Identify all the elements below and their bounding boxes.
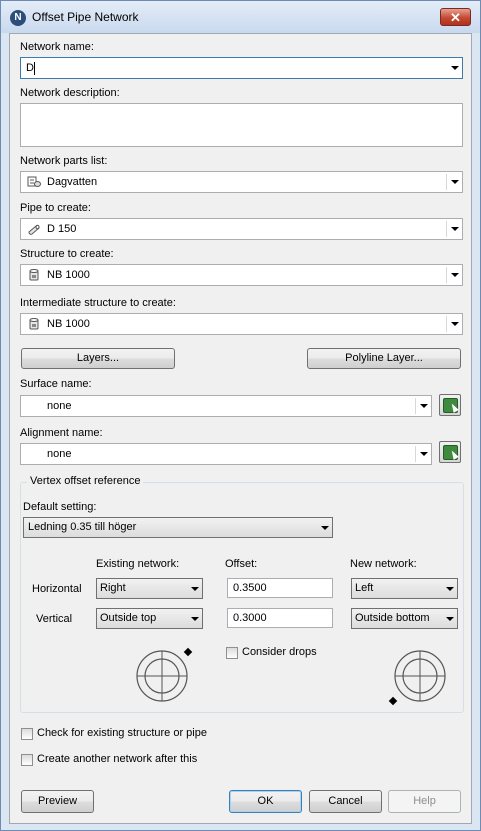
check-existing-checkbox[interactable] (21, 728, 33, 740)
vertical-offset-value: 0.3000 (233, 612, 267, 624)
preview-button[interactable]: Preview (21, 790, 94, 813)
vertical-existing-value: Outside top (100, 612, 157, 624)
structure-icon (29, 318, 39, 330)
pipe-icon (28, 224, 40, 235)
dialog-client: Network name: D Network description: Net… (9, 33, 472, 824)
horizontal-label: Horizontal (32, 583, 82, 595)
check-existing-label: Check for existing structure or pipe (37, 727, 207, 739)
alignment-name-combo[interactable]: none (20, 443, 432, 465)
close-button[interactable]: ✕ (440, 8, 471, 26)
surface-name-combo[interactable]: none (20, 395, 432, 417)
surface-name-label: Surface name: (20, 378, 92, 390)
combo-separator (415, 446, 416, 462)
alignment-name-label: Alignment name: (20, 427, 103, 439)
structure-combo[interactable]: NB 1000 (20, 264, 463, 286)
network-name-label: Network name: (20, 41, 94, 53)
cancel-button[interactable]: Cancel (309, 790, 382, 813)
existing-pipe-diagram-icon (136, 647, 193, 702)
chevron-down-icon[interactable] (191, 617, 199, 621)
app-icon: N (10, 10, 26, 26)
consider-drops-checkbox[interactable] (226, 647, 238, 659)
create-another-label: Create another network after this (37, 753, 198, 765)
parts-list-icon (27, 176, 41, 187)
help-button[interactable]: Help (388, 790, 461, 813)
chevron-down-icon[interactable] (451, 273, 459, 277)
parts-list-label: Network parts list: (20, 155, 108, 167)
chevron-down-icon[interactable] (321, 526, 329, 530)
existing-network-header: Existing network: (96, 558, 180, 570)
combo-separator (446, 174, 447, 190)
combo-separator (446, 221, 447, 237)
new-network-header: New network: (350, 558, 417, 570)
dialog-window: N Offset Pipe Network ✕ Network name: D … (0, 0, 481, 831)
structure-value: NB 1000 (47, 269, 90, 281)
pipe-value: D 150 (47, 223, 77, 235)
horizontal-new-value: Left (355, 582, 374, 594)
alignment-name-value: none (47, 448, 72, 460)
network-name-value: D (26, 62, 34, 74)
horizontal-offset-value: 0.3500 (233, 582, 267, 594)
vertical-new-select[interactable]: Outside bottom (351, 608, 458, 629)
structure-label: Structure to create: (20, 248, 114, 260)
window-title: Offset Pipe Network (32, 10, 139, 24)
chevron-down-icon[interactable] (191, 587, 199, 591)
text-caret (34, 62, 35, 75)
chevron-down-icon[interactable] (446, 617, 454, 621)
intermediate-structure-label: Intermediate structure to create: (20, 297, 176, 309)
parts-list-value: Dagvatten (47, 176, 98, 188)
title-bar[interactable]: N Offset Pipe Network ✕ (1, 1, 480, 33)
create-another-checkbox[interactable] (21, 754, 33, 766)
combo-separator (446, 267, 447, 283)
new-pipe-diagram-icon (388, 650, 446, 706)
default-setting-value: Ledning 0.35 till höger (28, 521, 137, 533)
chevron-down-icon[interactable] (451, 66, 459, 70)
vertex-offset-group-title: Vertex offset reference (27, 475, 144, 487)
horizontal-existing-select[interactable]: Right (96, 578, 203, 599)
combo-separator (446, 316, 447, 332)
pick-alignment-button[interactable] (439, 441, 461, 463)
network-description-input[interactable] (20, 103, 463, 147)
chevron-down-icon[interactable] (420, 452, 428, 456)
vertical-offset-input[interactable]: 0.3000 (227, 608, 333, 628)
offset-header: Offset: (225, 558, 258, 570)
default-setting-select[interactable]: Ledning 0.35 till höger (23, 517, 333, 538)
ok-button[interactable]: OK (229, 790, 302, 813)
vertical-label: Vertical (36, 613, 73, 625)
surface-name-value: none (47, 400, 72, 412)
chevron-down-icon[interactable] (451, 180, 459, 184)
default-setting-label: Default setting: (23, 501, 97, 513)
combo-separator (415, 398, 416, 414)
pipe-combo[interactable]: D 150 (20, 218, 463, 240)
vertical-existing-select[interactable]: Outside top (96, 608, 203, 629)
intermediate-structure-combo[interactable]: NB 1000 (20, 313, 463, 335)
consider-drops-label: Consider drops (242, 646, 317, 658)
polyline-layer-button[interactable]: Polyline Layer... (307, 348, 461, 369)
parts-list-combo[interactable]: Dagvatten (20, 171, 463, 193)
horizontal-existing-value: Right (100, 582, 126, 594)
intermediate-structure-value: NB 1000 (47, 318, 90, 330)
pick-surface-button[interactable] (439, 394, 461, 416)
network-description-label: Network description: (20, 87, 120, 99)
vertical-new-value: Outside bottom (355, 612, 430, 624)
chevron-down-icon[interactable] (446, 587, 454, 591)
layers-button[interactable]: Layers... (21, 348, 175, 369)
chevron-down-icon[interactable] (420, 404, 428, 408)
chevron-down-icon[interactable] (451, 322, 459, 326)
structure-icon (29, 269, 39, 281)
network-name-combo[interactable]: D (20, 57, 463, 79)
horizontal-offset-input[interactable]: 0.3500 (227, 578, 333, 598)
pipe-label: Pipe to create: (20, 202, 91, 214)
horizontal-new-select[interactable]: Left (351, 578, 458, 599)
chevron-down-icon[interactable] (451, 227, 459, 231)
